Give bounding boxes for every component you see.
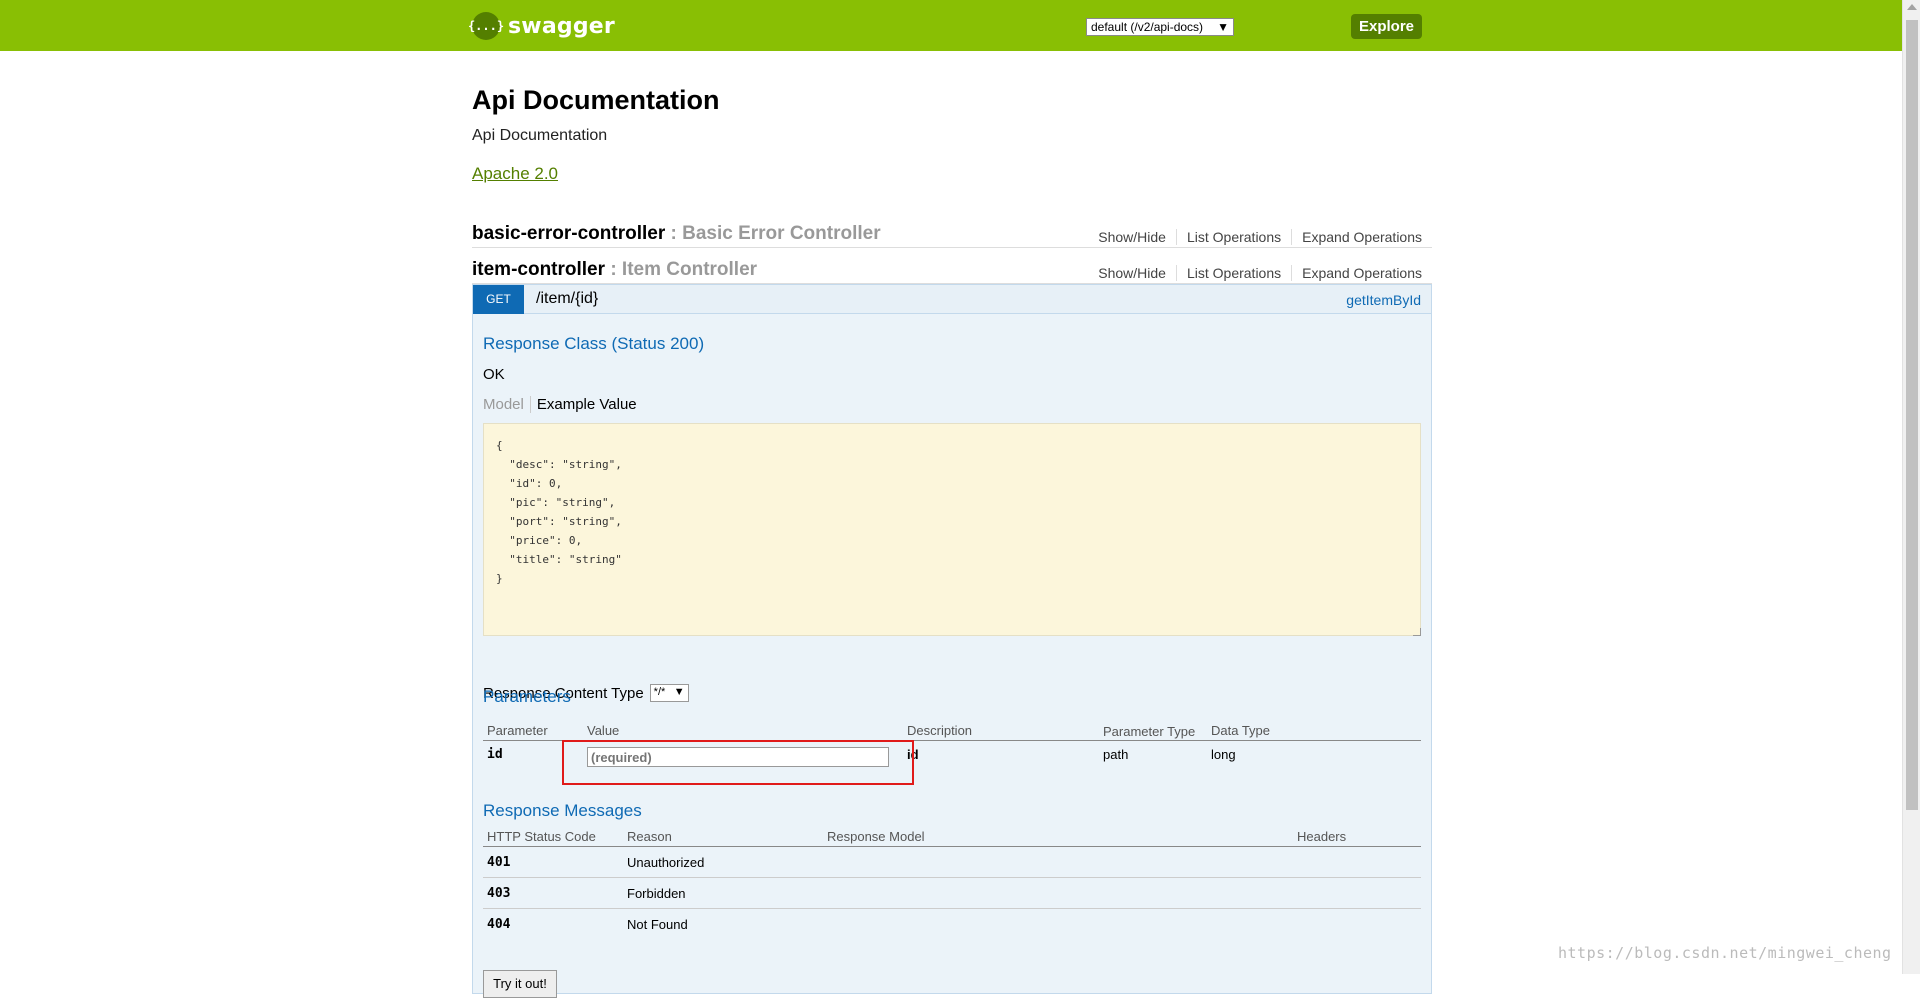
- col-headers: Headers: [1293, 827, 1421, 847]
- resource-item-controller: item-controller : Item Controller Show/H…: [472, 251, 1432, 284]
- col-parameter-type: Parameter Type: [1099, 719, 1207, 741]
- table-row: 403 Forbidden: [483, 877, 1421, 909]
- param-description: id: [907, 747, 919, 762]
- show-hide-link[interactable]: Show/Hide: [1088, 229, 1177, 245]
- resize-grip-icon[interactable]: [1413, 628, 1421, 636]
- resource-actions: Show/Hide List Operations Expand Operati…: [1088, 229, 1422, 245]
- swagger-header: {...} swagger default (/v2/api-docs) ▼ E…: [0, 0, 1902, 51]
- table-row: 404 Not Found: [483, 909, 1421, 940]
- vertical-scrollbar[interactable]: [1902, 0, 1920, 974]
- red-highlight-annotation: [562, 740, 914, 785]
- table-row: 401 Unauthorized: [483, 846, 1421, 878]
- model-tabs: Model Example Value: [483, 396, 637, 413]
- http-method-badge[interactable]: GET: [473, 285, 524, 314]
- api-spec-select-value: default (/v2/api-docs): [1091, 20, 1204, 34]
- col-response-model: Response Model: [823, 827, 1293, 847]
- operation-path[interactable]: /item/{id}: [536, 290, 598, 308]
- resource-name[interactable]: item-controller: [472, 259, 605, 280]
- list-operations-link[interactable]: List Operations: [1177, 229, 1293, 245]
- status-code: 401: [483, 846, 623, 878]
- resource-description: : Basic Error Controller: [670, 223, 881, 244]
- operation-get-item: GET /item/{id} getItemById Response Clas…: [472, 284, 1432, 998]
- col-value: Value: [583, 719, 903, 741]
- col-http-status-code: HTTP Status Code: [483, 827, 623, 847]
- response-content-type-select[interactable]: */* ▼: [649, 684, 689, 702]
- scrollbar-thumb[interactable]: [1906, 20, 1918, 810]
- license-link[interactable]: Apache 2.0: [472, 164, 558, 184]
- response-content-type-value: */*: [653, 686, 666, 698]
- example-value-box[interactable]: { "desc": "string", "id": 0, "pic": "str…: [483, 423, 1421, 636]
- response-messages-title: Response Messages: [483, 801, 642, 820]
- list-operations-link[interactable]: List Operations: [1177, 265, 1293, 281]
- explore-button[interactable]: Explore: [1351, 14, 1422, 39]
- col-parameter: Parameter: [483, 719, 583, 741]
- api-title: Api Documentation: [472, 85, 720, 115]
- status-code: 403: [483, 877, 623, 909]
- col-reason: Reason: [623, 827, 823, 847]
- swagger-logo[interactable]: {...} swagger: [468, 12, 615, 40]
- api-spec-select[interactable]: default (/v2/api-docs) ▼: [1086, 18, 1234, 36]
- operation-nickname[interactable]: getItemById: [1346, 292, 1421, 308]
- api-description: Api Documentation: [472, 127, 608, 144]
- col-description: Description: [903, 719, 1099, 741]
- reason: Unauthorized: [623, 846, 823, 878]
- resource-description: : Item Controller: [610, 259, 758, 280]
- response-messages-table: HTTP Status Code Reason Response Model H…: [483, 827, 1421, 940]
- param-data-type: long: [1211, 747, 1236, 762]
- try-it-out-button[interactable]: Try it out!: [483, 970, 557, 998]
- col-data-type: Data Type: [1207, 719, 1421, 741]
- status-code: 404: [487, 916, 511, 932]
- expand-operations-link[interactable]: Expand Operations: [1292, 265, 1422, 281]
- swagger-logo-icon: {...}: [468, 12, 504, 40]
- resource-heading[interactable]: item-controller : Item Controller: [472, 259, 757, 281]
- operation-content: Response Class (Status 200) OK Model Exa…: [472, 314, 1432, 998]
- response-class-value: OK: [483, 366, 505, 383]
- watermark-text: https://blog.csdn.net/mingwei_cheng: [1558, 944, 1892, 962]
- scroll-up-arrow-icon[interactable]: [1907, 4, 1917, 10]
- resource-heading[interactable]: basic-error-controller : Basic Error Con…: [472, 223, 881, 245]
- show-hide-link[interactable]: Show/Hide: [1088, 265, 1177, 281]
- tab-example-value[interactable]: Example Value: [531, 396, 637, 413]
- chevron-down-icon: ▼: [673, 686, 685, 698]
- parameters-title: Parameters: [483, 687, 571, 706]
- response-class-title: Response Class (Status 200): [483, 334, 705, 353]
- resource-basic-error-controller: basic-error-controller : Basic Error Con…: [472, 215, 1432, 248]
- reason: Forbidden: [623, 877, 823, 909]
- operation-heading[interactable]: GET /item/{id} getItemById: [472, 284, 1432, 314]
- expand-operations-link[interactable]: Expand Operations: [1292, 229, 1422, 245]
- tab-model[interactable]: Model: [483, 396, 531, 413]
- chevron-down-icon: ▼: [1217, 20, 1229, 34]
- param-type: path: [1103, 747, 1129, 762]
- reason: Not Found: [627, 916, 688, 932]
- resource-actions: Show/Hide List Operations Expand Operati…: [1088, 265, 1422, 281]
- swagger-logo-text: swagger: [508, 13, 615, 39]
- resource-name[interactable]: basic-error-controller: [472, 223, 665, 244]
